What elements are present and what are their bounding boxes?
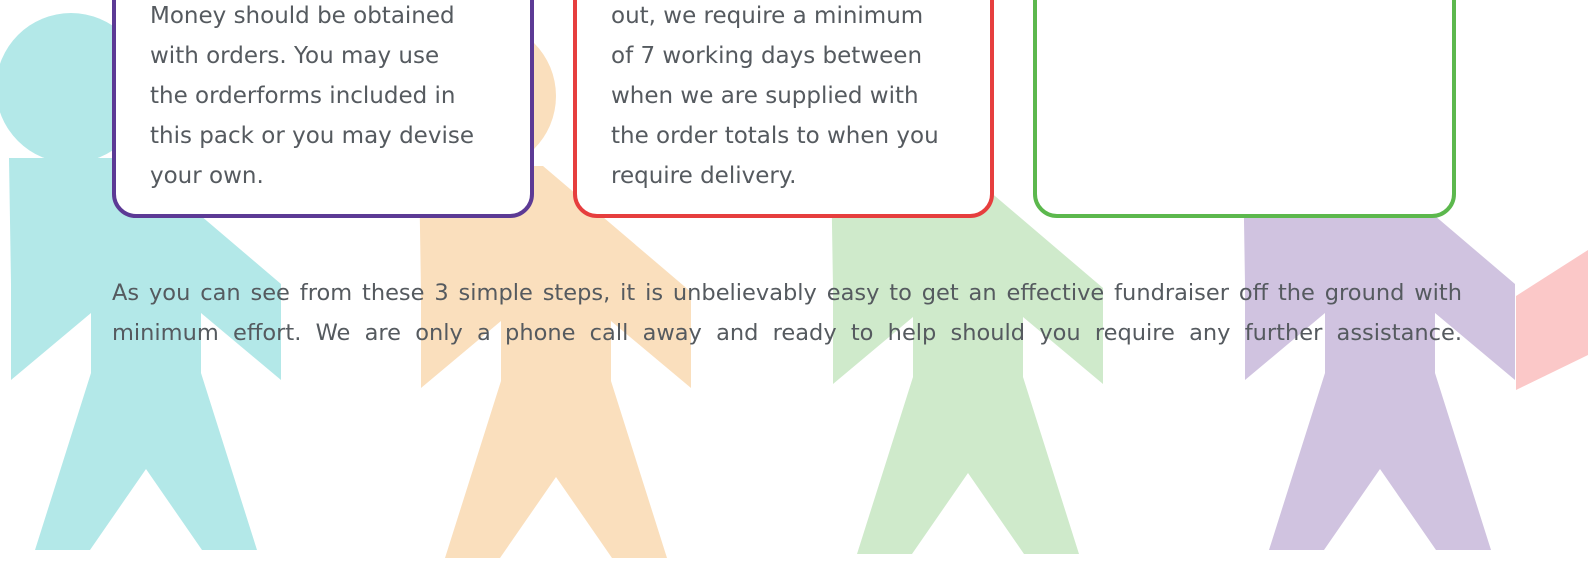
step-card-3 [1033,0,1456,218]
step-card-1-text: Money should be obtained with orders. Yo… [150,0,500,196]
card-1-line: your own. [150,163,264,189]
step-card-2: out, we require a minimum of 7 working d… [573,0,994,218]
card-1-line: this pack or you may devise [150,123,474,149]
card-2-line: when we are supplied with [611,83,919,109]
paper-figure-pink [1516,250,1588,390]
step-card-2-text: out, we require a minimum of 7 working d… [611,0,960,196]
card-2-line: require delivery. [611,163,797,189]
card-1-line: with orders. You may use [150,43,440,69]
step-card-1: Money should be obtained with orders. Yo… [112,0,534,218]
card-1-line: the orderforms included in [150,83,456,109]
card-2-line: out, we require a minimum [611,3,924,29]
card-2-line: of 7 working days between [611,43,923,69]
card-1-line: Money should be obtained [150,3,455,29]
card-2-line: the order totals to when you [611,123,939,149]
summary-paragraph: As you can see from these 3 simple steps… [112,280,1462,346]
